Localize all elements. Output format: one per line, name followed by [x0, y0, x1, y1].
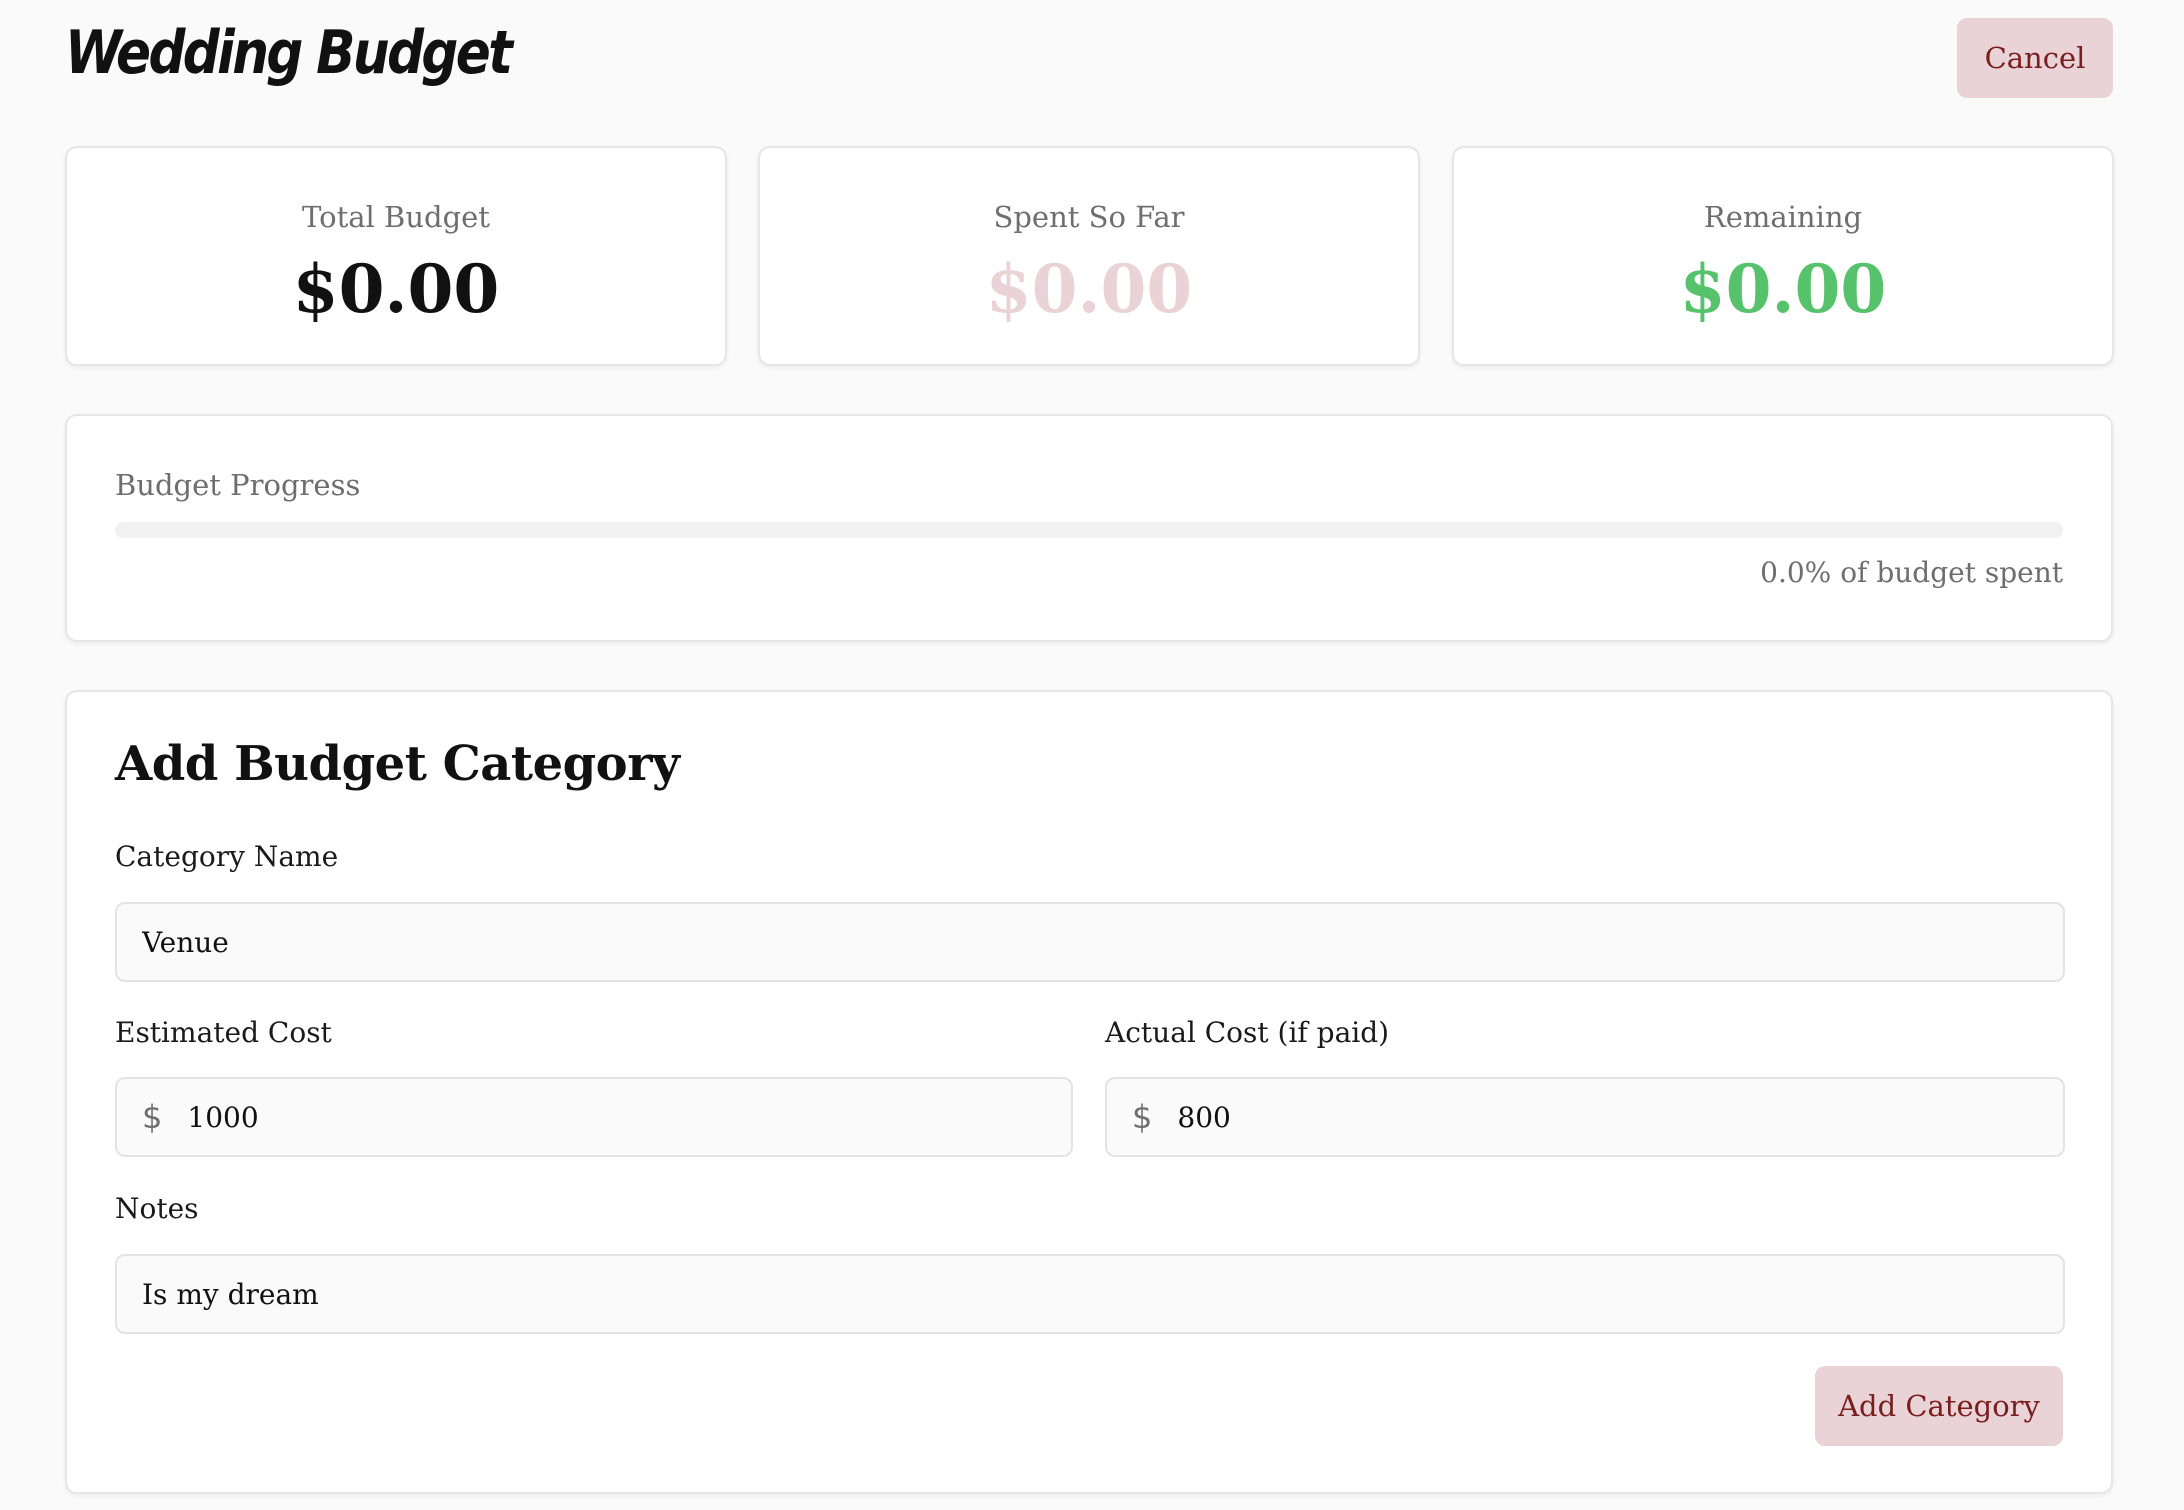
- actual-cost-field[interactable]: $: [1105, 1077, 2065, 1157]
- form-title: Add Budget Category: [115, 736, 680, 792]
- budget-progress-text: 0.0% of budget spent: [1760, 556, 2063, 589]
- category-name-input[interactable]: [142, 904, 2063, 980]
- category-name-label: Category Name: [115, 840, 339, 873]
- category-name-field[interactable]: [115, 902, 2065, 982]
- remaining-label: Remaining: [1703, 200, 1863, 234]
- dollar-icon: $: [142, 1098, 163, 1136]
- total-budget-label: Total Budget: [302, 200, 490, 234]
- actual-cost-label: Actual Cost (if paid): [1105, 1016, 1390, 1049]
- cancel-button[interactable]: Cancel: [1957, 18, 2113, 98]
- budget-progress-title: Budget Progress: [115, 468, 361, 502]
- notes-label: Notes: [115, 1192, 199, 1225]
- notes-input[interactable]: [142, 1256, 2063, 1332]
- budget-progress-card: Budget Progress 0.0% of budget spent: [65, 414, 2113, 642]
- total-budget-card: Total Budget $0.00: [65, 146, 727, 366]
- notes-field[interactable]: [115, 1254, 2065, 1334]
- total-budget-value: $0.00: [292, 250, 500, 328]
- budget-progress-bar: [115, 522, 2063, 538]
- dollar-icon: $: [1132, 1098, 1153, 1136]
- add-budget-category-form: Add Budget Category Category Name Estima…: [65, 690, 2113, 1494]
- header: Wedding Budget Cancel: [65, 18, 2113, 98]
- estimated-cost-label: Estimated Cost: [115, 1016, 332, 1049]
- actual-cost-input[interactable]: [1177, 1079, 2063, 1155]
- remaining-card: Remaining $0.00: [1452, 146, 2114, 366]
- remaining-value: $0.00: [1679, 250, 1887, 328]
- estimated-cost-field[interactable]: $: [115, 1077, 1073, 1157]
- spent-so-far-card: Spent So Far $0.00: [758, 146, 1420, 366]
- app-title: Wedding Budget: [65, 18, 513, 88]
- spent-so-far-value: $0.00: [985, 250, 1193, 328]
- add-category-button[interactable]: Add Category: [1815, 1366, 2063, 1446]
- estimated-cost-input[interactable]: [187, 1079, 1071, 1155]
- spent-so-far-label: Spent So Far: [993, 200, 1185, 234]
